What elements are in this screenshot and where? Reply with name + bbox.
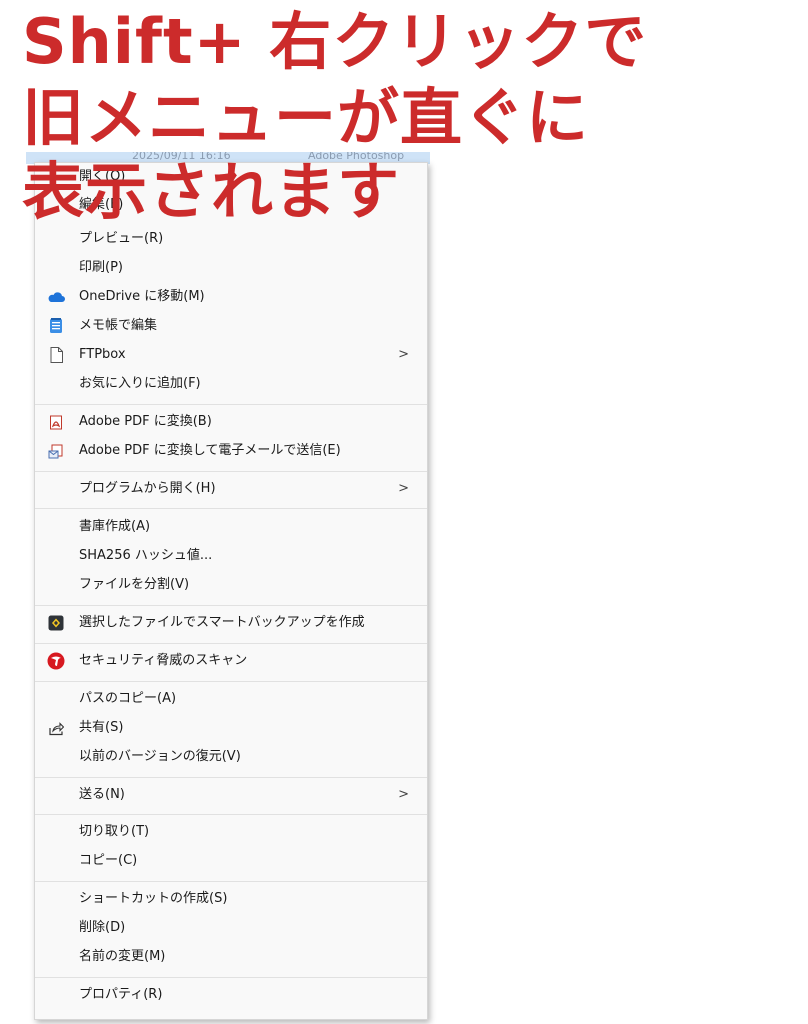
menu-separator [35, 404, 427, 405]
menu-separator [35, 605, 427, 606]
menu-item-rename[interactable]: 名前の変更(M) [35, 943, 427, 971]
menu-item-label: 以前のバージョンの復元(V) [79, 749, 241, 764]
menu-item-label: お気に入りに追加(F) [79, 376, 201, 391]
menu-item-label: 書庫作成(A) [79, 519, 151, 534]
menu-item-label: セキュリティ脅威のスキャン [79, 653, 248, 668]
menu-item-label: 共有(S) [79, 720, 124, 735]
menu-separator [35, 471, 427, 472]
adobe-pdf-icon [47, 414, 65, 430]
menu-item-delete[interactable]: 削除(D) [35, 914, 427, 942]
menu-item-sha256[interactable]: SHA256 ハッシュ値... [35, 542, 427, 570]
menu-separator [35, 643, 427, 644]
adobe-pdf-mail-icon [47, 443, 65, 459]
menu-item-copy[interactable]: コピー(C) [35, 847, 427, 875]
menu-item-favorites[interactable]: お気に入りに追加(F) [35, 370, 427, 398]
menu-item-preview[interactable]: プレビュー(R) [35, 225, 427, 253]
menu-item-label: ショートカットの作成(S) [79, 891, 228, 906]
menu-item-label: 選択したファイルでスマートバックアップを作成 [79, 615, 365, 630]
menu-item-restore-versions[interactable]: 以前のバージョンの復元(V) [35, 743, 427, 771]
menu-item-label: プロパティ(R) [79, 987, 163, 1002]
submenu-arrow-icon: > [398, 481, 409, 496]
menu-item-label: プログラムから開く(H) [79, 481, 216, 496]
menu-item-notepad[interactable]: メモ帳で編集 [35, 312, 427, 340]
menu-item-ftpbox[interactable]: FTPbox > [35, 341, 427, 369]
menu-item-label: 名前の変更(M) [79, 949, 166, 964]
submenu-arrow-icon: > [398, 787, 409, 802]
menu-item-archive[interactable]: 書庫作成(A) [35, 513, 427, 541]
share-icon [47, 720, 65, 736]
notepad-icon [47, 318, 65, 334]
menu-item-send-to[interactable]: 送る(N) > [35, 781, 427, 809]
menu-item-copy-path[interactable]: パスのコピー(A) [35, 685, 427, 713]
headline-line-3: 表示されます [22, 155, 401, 228]
menu-item-label: Adobe PDF に変換して電子メールで送信(E) [79, 443, 341, 458]
menu-item-label: メモ帳で編集 [79, 318, 158, 333]
menu-item-label: SHA256 ハッシュ値... [79, 548, 213, 563]
menu-item-adobe-pdf[interactable]: Adobe PDF に変換(B) [35, 408, 427, 436]
submenu-arrow-icon: > [398, 347, 409, 362]
menu-item-label: パスのコピー(A) [79, 691, 177, 706]
menu-item-label: プレビュー(R) [79, 231, 164, 246]
menu-item-share[interactable]: 共有(S) [35, 714, 427, 742]
menu-item-label: 切り取り(T) [79, 824, 150, 839]
file-icon [47, 347, 65, 363]
menu-separator [35, 814, 427, 815]
context-menu: 開く(O) 編集(E) プレビュー(R) 印刷(P) OneDrive に移動(… [34, 162, 428, 1020]
menu-item-smart-backup[interactable]: 選択したファイルでスマートバックアップを作成 [35, 609, 427, 637]
menu-item-label: コピー(C) [79, 853, 138, 868]
menu-separator [35, 881, 427, 882]
smart-backup-icon [47, 615, 65, 631]
menu-item-properties[interactable]: プロパティ(R) [35, 981, 427, 1009]
menu-separator [35, 681, 427, 682]
menu-item-split-file[interactable]: ファイルを分割(V) [35, 571, 427, 599]
menu-separator [35, 508, 427, 509]
menu-separator [35, 977, 427, 978]
menu-item-label: OneDrive に移動(M) [79, 289, 205, 304]
headline-line-2: 旧メニューが直ぐに [22, 81, 590, 154]
menu-item-create-shortcut[interactable]: ショートカットの作成(S) [35, 885, 427, 913]
menu-item-label: Adobe PDF に変換(B) [79, 414, 212, 429]
onedrive-cloud-icon [47, 289, 65, 305]
menu-item-label: FTPbox [79, 347, 126, 362]
menu-item-label: 印刷(P) [79, 260, 123, 275]
menu-separator [35, 777, 427, 778]
menu-item-label: ファイルを分割(V) [79, 577, 190, 592]
menu-item-open-with[interactable]: プログラムから開く(H) > [35, 475, 427, 503]
menu-item-adobe-pdf-mail[interactable]: Adobe PDF に変換して電子メールで送信(E) [35, 437, 427, 465]
headline-line-1: Shift+ 右クリックで [22, 5, 648, 78]
menu-item-label: 削除(D) [79, 920, 126, 935]
menu-item-onedrive[interactable]: OneDrive に移動(M) [35, 283, 427, 311]
trend-micro-icon [47, 652, 65, 670]
menu-item-cut[interactable]: 切り取り(T) [35, 818, 427, 846]
menu-item-print[interactable]: 印刷(P) [35, 254, 427, 282]
menu-item-security-scan[interactable]: セキュリティ脅威のスキャン [35, 647, 427, 675]
menu-item-label: 送る(N) [79, 787, 125, 802]
